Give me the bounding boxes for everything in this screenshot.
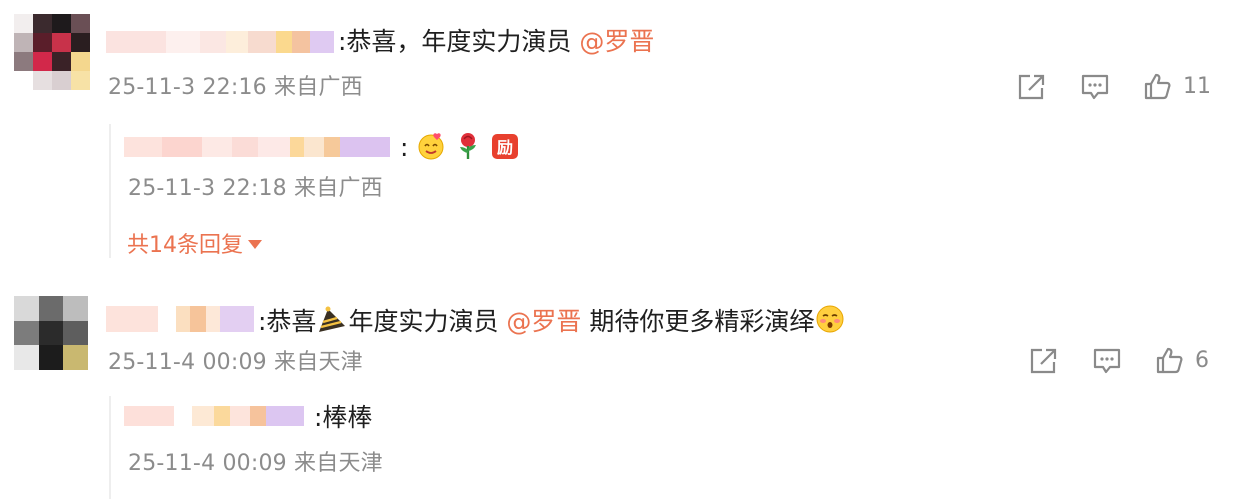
reply-button[interactable] — [1080, 73, 1110, 101]
comment-meta: 25-11-4 00:09 来自天津 — [108, 350, 363, 375]
mention-link[interactable]: @罗晋 — [506, 307, 581, 336]
like-count: 6 — [1195, 347, 1209, 373]
username-blurred[interactable] — [106, 306, 254, 332]
share-icon — [1030, 348, 1057, 374]
like-count: 11 — [1183, 73, 1211, 99]
comment-text: :恭喜，年度实力演员 @罗晋 — [338, 27, 655, 56]
share-icon — [1018, 74, 1045, 100]
avatar[interactable] — [14, 14, 90, 90]
reply-meta: 25-11-4 00:09 来自天津 — [128, 451, 383, 476]
like-button[interactable]: 11 — [1143, 72, 1211, 100]
svg-text:励: 励 — [497, 138, 513, 157]
username-blurred[interactable] — [106, 31, 334, 53]
caret-down-icon — [248, 240, 262, 249]
like-icon — [1156, 347, 1183, 374]
smile-heart-emoji — [418, 133, 444, 160]
comment-meta: 25-11-3 22:16 来自广西 — [108, 75, 363, 100]
comment-icon — [1093, 348, 1121, 374]
rose-emoji — [460, 133, 477, 159]
reply-text: : 励 — [400, 131, 520, 163]
comment-icon — [1081, 74, 1109, 100]
reply-thread-line — [109, 124, 111, 258]
encourage-emoji: 励 — [492, 134, 519, 159]
reply-text: :棒棒 — [314, 403, 373, 432]
mention-link[interactable]: @罗晋 — [579, 27, 654, 56]
reply-thread-line — [109, 396, 111, 499]
comment-text: :恭喜 年度实力演员 @罗晋 期待你更多精彩演绎 — [258, 303, 846, 337]
like-button[interactable]: 6 — [1155, 346, 1209, 374]
share-button[interactable] — [1028, 347, 1058, 375]
reply-username-blurred[interactable] — [124, 406, 304, 426]
avatar[interactable] — [14, 296, 88, 370]
reply-meta: 25-11-3 22:18 来自广西 — [128, 176, 383, 201]
blush-emoji — [816, 305, 844, 333]
share-button[interactable] — [1016, 73, 1046, 101]
reply-button[interactable] — [1092, 347, 1122, 375]
party-hat-emoji — [319, 306, 346, 332]
reply-username-blurred[interactable] — [124, 137, 390, 157]
more-replies-link[interactable]: 共14条回复 — [127, 233, 262, 259]
like-icon — [1144, 73, 1171, 100]
